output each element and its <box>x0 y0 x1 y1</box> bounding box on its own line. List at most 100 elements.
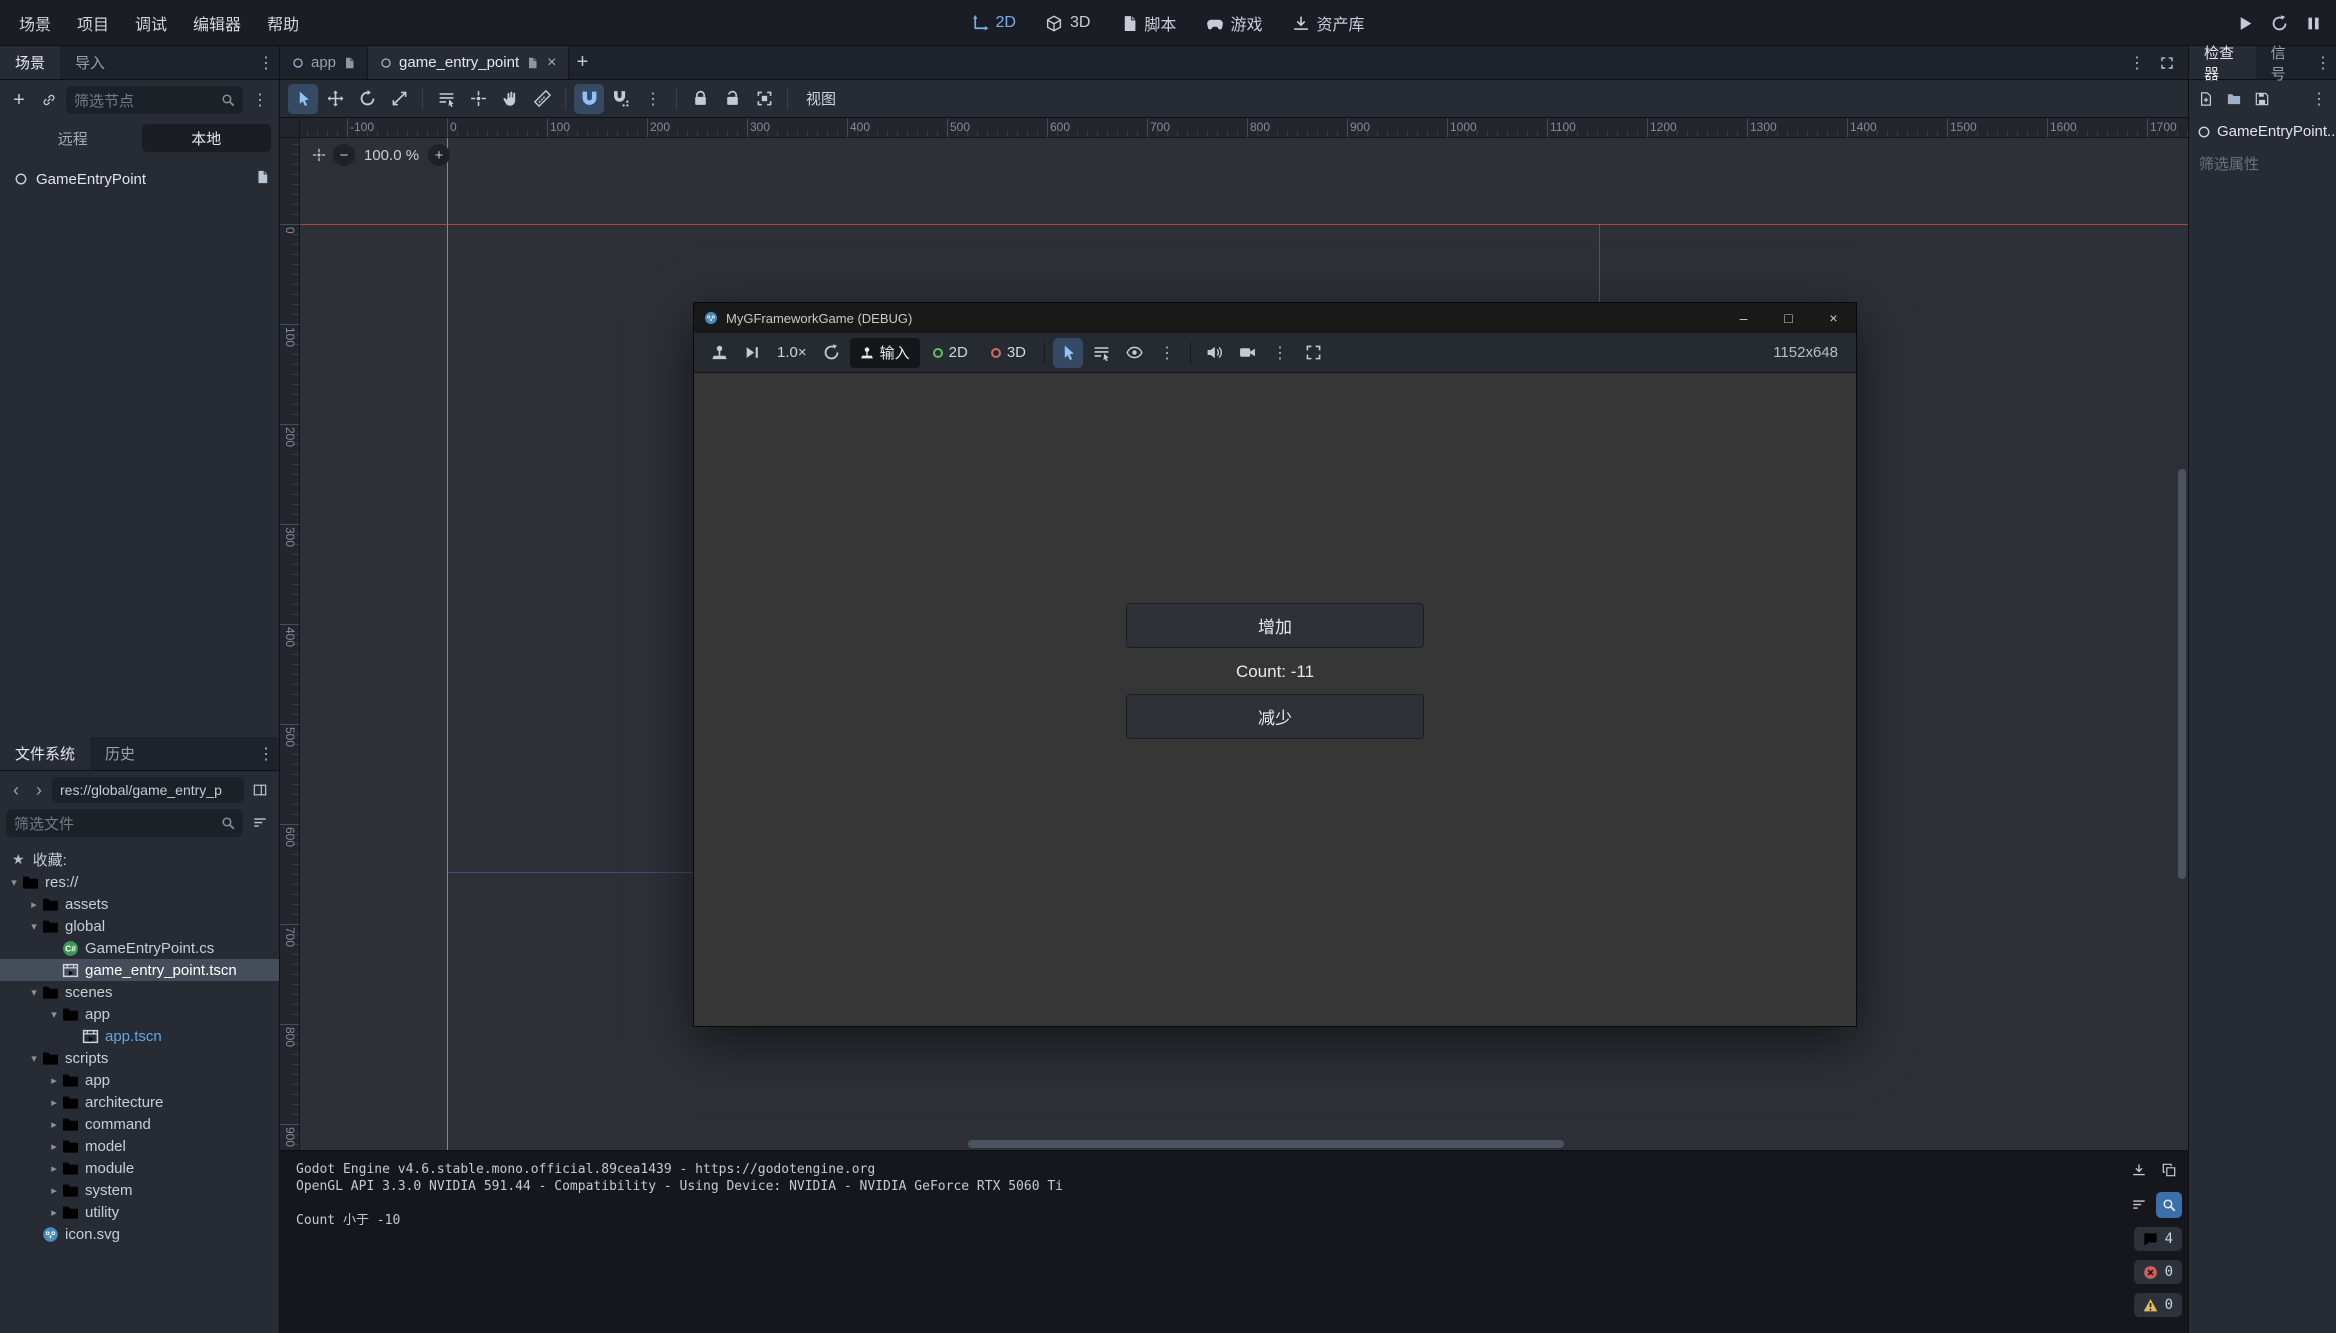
workspace-game[interactable]: 游戏 <box>1195 7 1273 39</box>
group-selected-button[interactable] <box>749 84 779 114</box>
move-tool-button[interactable] <box>320 84 350 114</box>
2d-viewport[interactable]: -100010020030040050060070080090010001100… <box>280 118 2188 1150</box>
new-resource-button[interactable] <box>2193 86 2219 112</box>
menubar-item[interactable]: 项目 <box>64 0 122 46</box>
horizontal-scrollbar[interactable] <box>968 1140 1564 1148</box>
file-tree-item[interactable]: ▾res:// <box>0 871 279 893</box>
ruler-tool-button[interactable] <box>527 84 557 114</box>
speed-multiplier[interactable]: 1.0× <box>777 344 807 361</box>
file-tree-item[interactable]: icon.svg <box>0 1223 279 1245</box>
file-tree-item[interactable]: ▸command <box>0 1113 279 1135</box>
zoom-out-button[interactable]: − <box>333 144 355 166</box>
new-scene-tab-button[interactable]: + <box>569 50 595 76</box>
menubar-item[interactable]: 调试 <box>122 0 180 46</box>
next-frame-button[interactable] <box>737 338 767 368</box>
workspace-2d[interactable]: 2D <box>961 7 1027 39</box>
unlock-selected-button[interactable] <box>717 84 747 114</box>
smart-snap-button[interactable] <box>574 84 604 114</box>
lock-selected-button[interactable] <box>685 84 715 114</box>
sort-files-button[interactable] <box>247 810 273 836</box>
menubar-item[interactable]: 帮助 <box>254 0 312 46</box>
minimize-button[interactable]: – <box>1721 303 1766 333</box>
tab-inspector[interactable]: 检查器 <box>2189 46 2256 79</box>
menubar-item[interactable]: 场景 <box>6 0 64 46</box>
list-select-tool-button[interactable] <box>431 84 461 114</box>
game-window-titlebar[interactable]: MyGFrameworkGame (DEBUG) – □ × <box>694 303 1856 333</box>
reset-speed-button[interactable] <box>817 338 847 368</box>
inspector-dock-menu-icon[interactable]: ⋮ <box>2310 50 2336 76</box>
file-tree-item[interactable]: ▸assets <box>0 893 279 915</box>
decrease-button[interactable]: 减少 <box>1126 694 1424 739</box>
select-tool-button[interactable] <box>288 84 318 114</box>
center-view-icon[interactable] <box>312 148 326 162</box>
select-mode-button[interactable] <box>1053 338 1083 368</box>
attached-script-button[interactable] <box>255 170 269 188</box>
file-tree-item[interactable]: game_entry_point.tscn <box>0 959 279 981</box>
close-tab-icon[interactable]: × <box>547 54 556 72</box>
file-tree-item[interactable]: ▾app <box>0 1003 279 1025</box>
close-button[interactable]: × <box>1811 303 1856 333</box>
toggle-visibility-button[interactable] <box>1119 338 1149 368</box>
add-node-button[interactable]: + <box>6 87 32 113</box>
scale-tool-button[interactable] <box>384 84 414 114</box>
canvas-content[interactable]: − 100.0 % + MyGFrameworkGame (DEBUG) – □… <box>300 138 2188 1150</box>
inspector-menu-icon[interactable]: ⋮ <box>2306 86 2332 112</box>
load-resource-button[interactable] <box>2221 86 2247 112</box>
workspace-script[interactable]: 脚本 <box>1109 7 1187 39</box>
mute-audio-button[interactable] <box>1199 338 1229 368</box>
play-button[interactable] <box>2230 8 2260 38</box>
file-tree-item[interactable]: ▾scripts <box>0 1047 279 1069</box>
nav-back-button[interactable]: ‹ <box>6 778 26 802</box>
file-tree-item[interactable]: app.tscn <box>0 1025 279 1047</box>
expand-viewport-button[interactable] <box>2154 50 2180 76</box>
view-menu-button[interactable]: 视图 <box>796 88 846 109</box>
tab-import[interactable]: 导入 <box>60 46 120 79</box>
workspace-3d[interactable]: 3D <box>1035 7 1101 39</box>
file-tree-item[interactable]: ▸architecture <box>0 1091 279 1113</box>
nav-forward-button[interactable]: › <box>29 778 49 802</box>
scene-tree-menu-icon[interactable]: ⋮ <box>247 87 273 113</box>
inspected-node-row[interactable]: GameEntryPoint... <box>2189 118 2336 145</box>
filter-nodes-input[interactable]: 筛选节点 <box>66 86 243 114</box>
embed-fullscreen-button[interactable] <box>1298 338 1328 368</box>
camera-options-menu-icon[interactable]: ⋮ <box>1265 338 1295 368</box>
pick-3d-button[interactable]: 3D <box>981 338 1036 368</box>
favorites-row[interactable]: ★ 收藏: <box>0 847 279 871</box>
save-resource-button[interactable] <box>2249 86 2275 112</box>
remote-button[interactable]: 远程 <box>8 124 138 152</box>
copy-log-button[interactable] <box>2156 1157 2182 1183</box>
pause-button[interactable] <box>2298 8 2328 38</box>
messages-filter-badge[interactable]: 4 <box>2134 1227 2182 1251</box>
grid-snap-button[interactable] <box>606 84 636 114</box>
file-tree-item[interactable]: ▸app <box>0 1069 279 1091</box>
file-tree-item[interactable]: ▾scenes <box>0 981 279 1003</box>
input-mode-button[interactable]: 输入 <box>850 338 920 368</box>
split-view-button[interactable] <box>247 777 273 803</box>
vertical-scrollbar[interactable] <box>2178 469 2186 879</box>
pan-tool-button[interactable] <box>495 84 525 114</box>
scene-tabs-menu-icon[interactable]: ⋮ <box>2124 50 2150 76</box>
rotate-tool-button[interactable] <box>352 84 382 114</box>
collapse-duplicates-button[interactable] <box>2126 1192 2152 1218</box>
save-log-button[interactable] <box>2126 1157 2152 1183</box>
menubar-item[interactable]: 编辑器 <box>180 0 254 46</box>
tab-history[interactable]: 历史 <box>90 737 150 770</box>
filter-properties-input[interactable]: 筛选属性 <box>2189 145 2336 182</box>
filter-files-input[interactable]: 筛选文件 <box>6 809 243 837</box>
list-select-mode-button[interactable] <box>1086 338 1116 368</box>
file-tree-item[interactable]: ▸system <box>0 1179 279 1201</box>
scene-tab-game-entry-point[interactable]: game_entry_point × <box>368 46 569 79</box>
tab-scene[interactable]: 场景 <box>0 46 60 79</box>
pick-2d-button[interactable]: 2D <box>923 338 978 368</box>
tab-signals[interactable]: 信号 <box>2256 46 2310 79</box>
pivot-tool-button[interactable] <box>463 84 493 114</box>
instance-scene-button[interactable] <box>36 87 62 113</box>
suspend-button[interactable] <box>704 338 734 368</box>
search-log-button[interactable] <box>2156 1192 2182 1218</box>
selection-options-menu-icon[interactable]: ⋮ <box>1152 338 1182 368</box>
camera-override-button[interactable] <box>1232 338 1262 368</box>
warnings-filter-badge[interactable]: 0 <box>2134 1293 2182 1317</box>
restart-button[interactable] <box>2264 8 2294 38</box>
workspace-assetlib[interactable]: 资产库 <box>1281 7 1375 39</box>
scene-dock-menu-icon[interactable]: ⋮ <box>253 50 279 76</box>
